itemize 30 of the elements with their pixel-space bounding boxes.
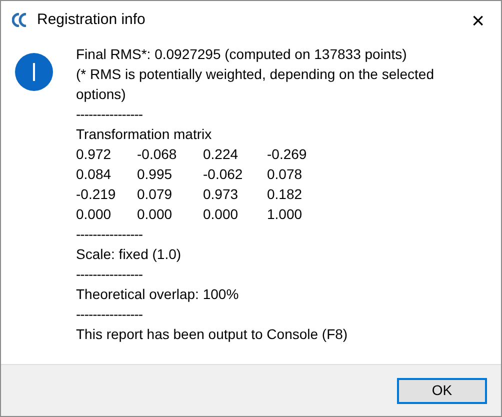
matrix-value: -0.068	[137, 145, 178, 164]
matrix-value: 0.972	[76, 145, 112, 164]
window-title: Registration info	[37, 10, 146, 30]
matrix-value: 0.182	[267, 185, 304, 204]
matrix-value: -0.219	[76, 185, 117, 204]
matrix-value: 0.973	[203, 185, 240, 204]
report-text: Scale: fixed (1.0)	[76, 245, 182, 264]
matrix-value: 0.224	[203, 145, 240, 164]
separator-text: ----------------	[76, 305, 143, 324]
matrix-value: -0.269	[267, 145, 308, 164]
matrix-value: 0.000	[203, 205, 240, 224]
close-button[interactable]: ×	[455, 1, 501, 39]
matrix-value: 0.000	[137, 205, 174, 224]
report-text: Theoretical overlap: 100%	[76, 285, 240, 304]
matrix-value: 1.000	[267, 205, 304, 224]
matrix-value: -0.062	[203, 165, 244, 184]
report-text: Final RMS*: 0.0927295 (computed on 137833 points)	[76, 45, 408, 64]
separator-text: ----------------	[76, 265, 143, 284]
matrix-value: 0.995	[137, 165, 174, 184]
matrix-value: 0.079	[137, 185, 174, 204]
separator-text: ----------------	[76, 225, 143, 244]
report-text: (* RMS is potentially weighted, depending on the selected options)	[76, 65, 435, 104]
report-text: This report has been output to Console (F8)	[76, 325, 349, 344]
matrix-value: 0.000	[76, 205, 112, 224]
matrix-value: 0.084	[76, 165, 112, 184]
report-text: Transformation matrix	[76, 125, 213, 144]
matrix-value: 0.078	[267, 165, 304, 184]
info-icon	[15, 53, 53, 91]
separator-text: ----------------	[76, 105, 143, 124]
ok-button[interactable]: OK	[397, 378, 487, 404]
